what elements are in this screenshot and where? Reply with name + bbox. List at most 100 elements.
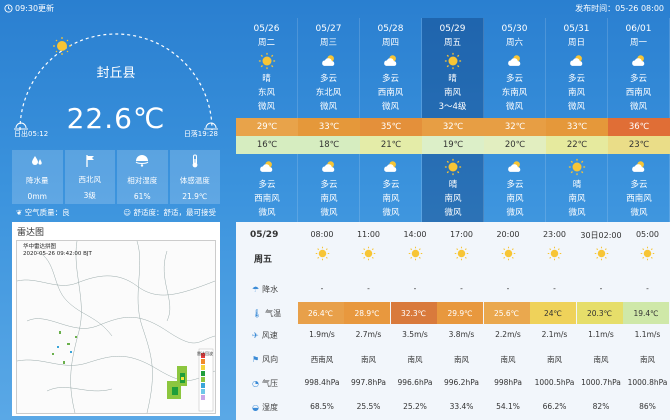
sun-icon xyxy=(391,246,439,264)
air-info-row: ❦ 空气质量：良 ☺ 舒适度：舒适，最可接受 xyxy=(12,207,220,218)
hour-time: 11:00 xyxy=(356,230,381,239)
forecast-day-wind-level: 微风 xyxy=(381,102,399,112)
stat-humidity: 相对湿度 61% xyxy=(117,150,168,204)
update-time: 09:30更新 xyxy=(4,3,54,14)
umbrella-icon: ☂ xyxy=(252,284,260,294)
hour-wind-dir: 南风 xyxy=(593,355,609,364)
stat-value: 3级 xyxy=(83,191,96,200)
forecast-weekday: 周四 xyxy=(381,38,399,48)
leaf-icon: ❦ xyxy=(16,208,23,217)
forecast-night-weather: 多云 xyxy=(258,180,276,190)
sun-icon xyxy=(444,50,462,72)
forecast-night-weather: 多云 xyxy=(506,180,524,190)
stat-label: 体感温度 xyxy=(179,175,210,185)
radar-legend xyxy=(198,348,214,412)
forecast-day-wind-level: 3～4级 xyxy=(438,102,467,112)
hour-wind-speed: 2.2m/s xyxy=(495,330,521,339)
hour-humidity: 54.1% xyxy=(496,402,520,411)
forecast-high-temp: 32℃ xyxy=(484,118,546,136)
partly-cloudy-icon xyxy=(320,156,338,178)
rain-drop-icon xyxy=(31,154,43,168)
radar-map[interactable]: 华中雷达拼图 2020-05-26 09:42:00 BJT 雷达回波 xyxy=(16,240,216,414)
hour-wind-dir: 南风 xyxy=(640,355,655,364)
sunrise-time: 日出05:12 xyxy=(14,130,49,138)
update-time-text: 09:30更新 xyxy=(15,4,55,13)
forecast-night: 晴南风 微风 xyxy=(422,154,484,222)
forecast-date: 05/29 xyxy=(439,24,466,34)
forecast-weekday: 周一 xyxy=(629,38,647,48)
thermometer-icon xyxy=(190,154,200,168)
hour-time: 23:00 xyxy=(542,230,567,239)
thermometer-icon: 🌡︎ xyxy=(252,308,263,318)
forecast-high-temp: 33℃ xyxy=(546,118,608,136)
wind-flag-icon xyxy=(84,154,96,168)
stat-label: 降水量 xyxy=(26,175,49,185)
radar-map-caption: 华中雷达拼图 2020-05-26 09:42:00 BJT xyxy=(23,244,92,258)
label-text: 气温 xyxy=(265,308,282,318)
forecast-night-wind-dir: 南风 xyxy=(382,194,400,204)
hour-pressure: 997.8hPa xyxy=(350,378,386,387)
forecast-day-wind-dir: 东北风 xyxy=(315,88,342,98)
forecast-day-wind-dir: 西南风 xyxy=(377,88,404,98)
forecast-weekday: 周五 xyxy=(443,38,461,48)
hour-pressure: 1000.7hPa xyxy=(581,378,621,387)
radar-legend-title: 雷达回波 xyxy=(197,351,213,356)
forecast-night: 多云 南风 微风 xyxy=(484,154,546,222)
forecast-low-temp: 19℃ xyxy=(422,136,484,154)
forecast-day-weather: 晴 xyxy=(262,74,271,84)
forecast-night-weather: 多云 xyxy=(382,180,400,190)
hour-temp: 25.6℃ xyxy=(483,302,530,324)
forecast-night-weather: 晴 xyxy=(572,180,582,190)
stat-wind: 西北风 3级 xyxy=(64,150,115,204)
forecast-night: 晴南风 微风 xyxy=(546,154,608,222)
comfort-index: ☺ 舒适度：舒适，最可接受 xyxy=(123,207,216,218)
hour-time: 08:00 xyxy=(310,230,334,239)
radar-panel: 雷达图 华中雷达拼图 2020-05-26 09:42:00 BJT 雷达回波 xyxy=(12,222,220,416)
hour-precip: - xyxy=(460,284,463,293)
forecast-day-wind-level: 微风 xyxy=(567,102,585,112)
forecast-day-wind-dir: 东风 xyxy=(257,88,275,98)
sun-icon xyxy=(484,246,532,264)
sun-icon xyxy=(577,246,625,264)
label-text: 风向 xyxy=(262,354,279,364)
hour-temp: 26.4℃ xyxy=(297,302,344,324)
forecast-date: 05/30 xyxy=(501,24,528,34)
current-stats: 降水量 0mm 西北风 3级 相对湿度 61% 体感温度 21.9℃ xyxy=(12,150,220,204)
forecast-day-weather: 多云 xyxy=(381,74,399,84)
forecast-night-wind-dir: 西南风 xyxy=(254,194,280,204)
hour-wind-speed: 1.1m/s xyxy=(588,330,614,339)
hour-temp: 28.9℃ xyxy=(344,302,390,324)
hour-wind-speed: 3.5m/s xyxy=(402,330,428,339)
forecast-day-weather: 晴 xyxy=(448,74,457,84)
forecast-night-wind-dir: 南风 xyxy=(444,194,462,204)
city-name: 封丘县 xyxy=(96,66,136,81)
hour-precip: - xyxy=(506,284,510,293)
row-label-humidity: ◒ 湿度 xyxy=(236,400,296,414)
row-label-precip: ☂ 降水 xyxy=(236,282,296,296)
forecast-high-temp: 29℃ xyxy=(236,118,298,136)
forecast-day-wind-dir: 西南风 xyxy=(625,88,652,98)
forecast-night: 多云 南风 微风 xyxy=(298,154,360,222)
forecast-low-temp: 18℃ xyxy=(298,136,360,154)
forecast-day-wind-level: 微风 xyxy=(257,102,275,112)
forecast-day-weather: 多云 xyxy=(319,74,337,84)
comfort-icon: ☺ xyxy=(123,208,132,217)
forecast-night-wind-level: 微风 xyxy=(382,208,400,218)
hourly-forecast: 05/29 周五 ☂ 降水 🌡︎ 气温 ✈ 风速 ⚑ 风向 ◔ 气压 ◒ 湿度 08:00 -… xyxy=(236,222,670,420)
hourly-date: 05/29 xyxy=(250,230,279,240)
forecast-weekday: 周六 xyxy=(505,38,523,48)
forecast-day-wind-level: 微风 xyxy=(629,102,647,112)
forecast-night-wind-level: 微风 xyxy=(506,208,524,218)
forecast-weekday: 周三 xyxy=(319,38,337,48)
hour-humidity: 68.5% xyxy=(310,402,334,411)
hour-wind-dir: 南风 xyxy=(547,355,562,364)
hour-precip: - xyxy=(320,284,324,293)
hour-time: 05:00 xyxy=(635,230,660,239)
partly-cloudy-icon xyxy=(320,50,338,72)
forecast-night: 多云 南风 微风 xyxy=(360,154,422,222)
partly-cloudy-icon xyxy=(506,156,524,178)
hour-wind-dir: 西南风 xyxy=(310,355,334,364)
partly-cloudy-icon xyxy=(568,50,586,72)
partly-cloudy-icon xyxy=(506,50,524,72)
hour-temp: 29.9℃ xyxy=(437,302,483,324)
